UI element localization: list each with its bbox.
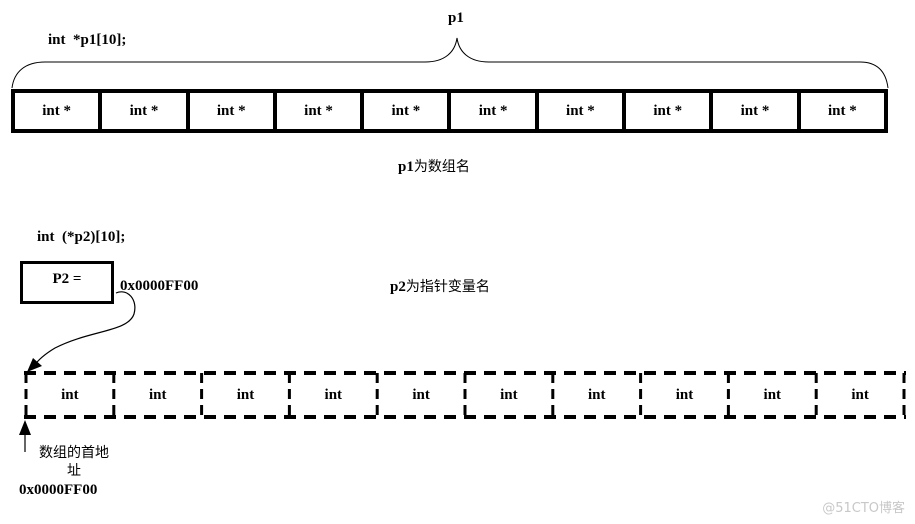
array-cell: int * [102, 93, 190, 129]
array-cell: int * [15, 93, 103, 129]
address-label: 数组的首地 址 [22, 444, 126, 480]
array-cell: int [236, 386, 255, 403]
p1-brace [11, 37, 889, 89]
p2-caption-code: p2 [390, 279, 406, 295]
address-label-line2: 址 [67, 463, 81, 479]
p1-caption: p1为数组名 [398, 156, 470, 176]
array-cell: int * [190, 93, 277, 129]
array-cell: int [851, 386, 869, 403]
p2-caption-text: 为指针变量名 [405, 279, 490, 295]
pointed-int-array: int int int int int int int int int int [22, 371, 907, 419]
array-cell: int * [539, 93, 627, 129]
array-cell: int * [277, 93, 365, 129]
address-label-line1: 数组的首地 [39, 445, 109, 461]
array-cell: int [763, 386, 782, 403]
array-cell: int * [364, 93, 452, 129]
p2-declaration: int (*p2)[10]; [37, 229, 126, 245]
watermark: @51CTO博客 [822, 501, 905, 516]
address-arrowhead [19, 420, 31, 435]
array-cell: int [412, 386, 430, 403]
array-cell: int * [626, 93, 714, 129]
array-cell: int * [827, 102, 857, 119]
array-cell: int * [451, 93, 539, 129]
p1-pointer-array: int * int * int * int * int * int * int … [11, 89, 888, 133]
array-cell: int [587, 386, 606, 403]
array-cell: int [500, 386, 518, 403]
array-cell: int [675, 386, 694, 403]
connectors-layer [11, 37, 906, 452]
p1-caption-code: p1 [398, 159, 414, 175]
array-cell: int [148, 386, 167, 403]
array-cell: int [324, 386, 343, 403]
p2-pointer-value: 0x0000FF00 [120, 278, 199, 294]
array-cell: int * [713, 93, 801, 129]
p2-pointer-box: P2 = [20, 261, 114, 304]
p1-caption-text: 为数组名 [413, 159, 470, 175]
p2-caption: p2为指针变量名 [390, 276, 490, 296]
array-cell: int [61, 386, 79, 403]
address-value: 0x0000FF00 [19, 482, 98, 498]
